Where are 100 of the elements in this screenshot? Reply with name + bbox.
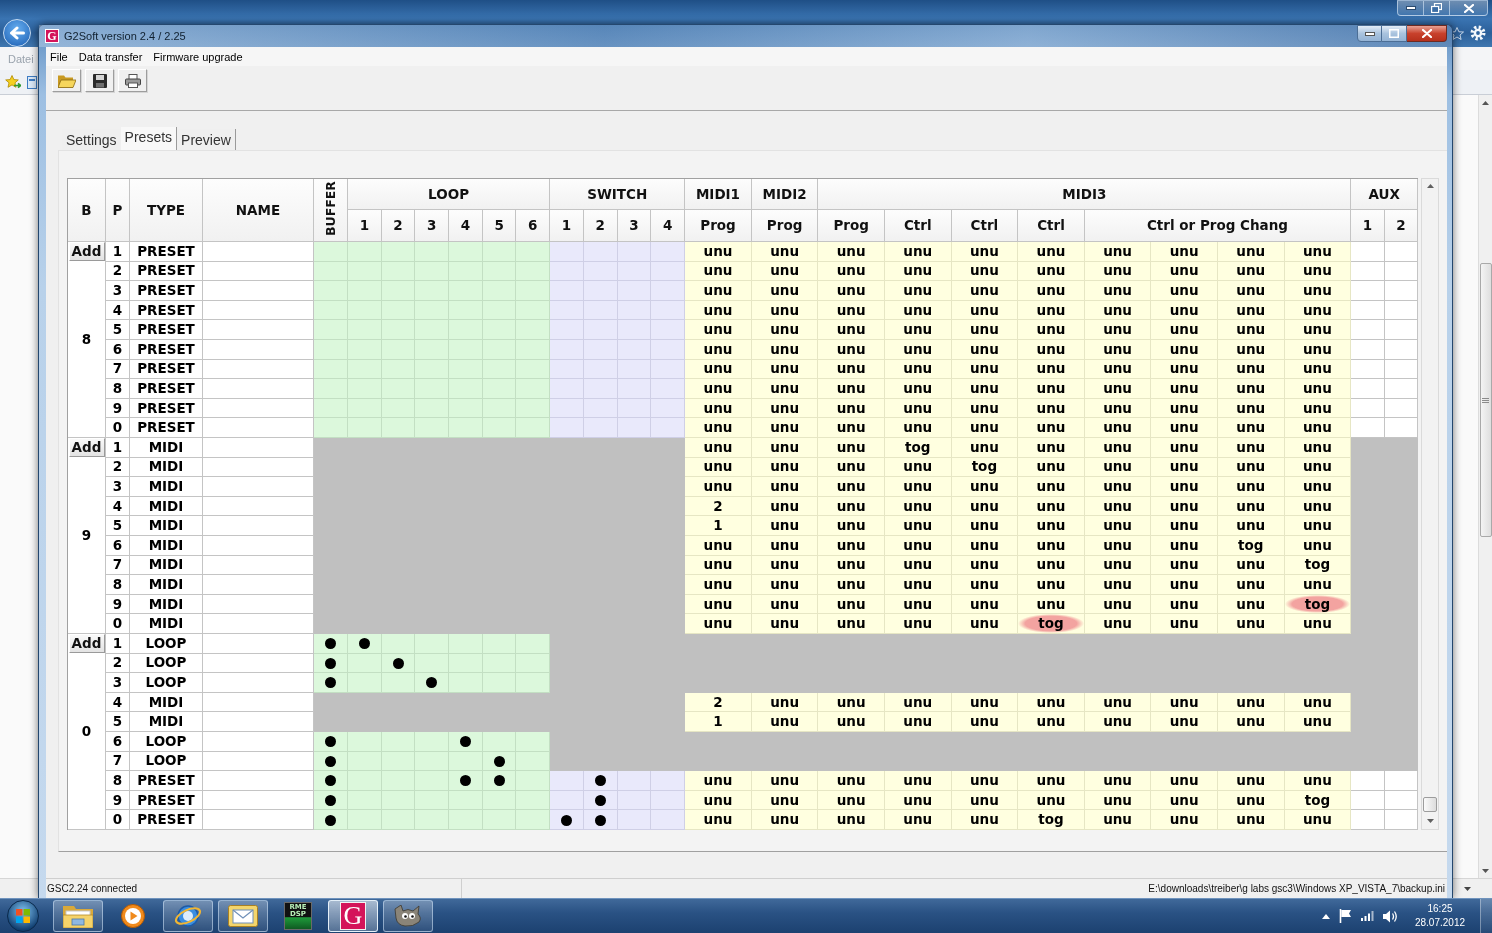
- add-button[interactable]: Add: [68, 242, 105, 261]
- table-cell: unu: [1217, 575, 1285, 595]
- taskbar-button[interactable]: [218, 900, 268, 932]
- clock-date[interactable]: 28.07.2012: [1414, 916, 1466, 930]
- table-cell: 9: [106, 398, 130, 419]
- folder-icon: [57, 73, 76, 88]
- column-group-header: AUX: [1351, 179, 1419, 210]
- scrollbar-thumb[interactable]: [1423, 797, 1438, 812]
- taskbar-button[interactable]: [163, 900, 213, 932]
- column-header: 1: [348, 210, 382, 242]
- table-cell: unu: [1084, 575, 1152, 595]
- minimize-icon: [1405, 6, 1416, 10]
- table-cell: MIDI: [130, 594, 203, 615]
- maximize-button[interactable]: [1382, 25, 1407, 42]
- table-cell: unu: [1018, 300, 1085, 321]
- back-button[interactable]: [3, 19, 31, 47]
- table-cell: [1351, 261, 1385, 282]
- column-header: Ctrl: [884, 210, 952, 242]
- scroll-up-arrow-icon[interactable]: [1426, 184, 1434, 188]
- table-cell: PRESET: [130, 242, 203, 262]
- table-cell: unu: [1284, 438, 1352, 458]
- table-cell: unu: [1084, 810, 1152, 830]
- flag-icon[interactable]: [1339, 909, 1352, 923]
- clock-time[interactable]: 16:25: [1427, 902, 1453, 916]
- table-cell: unu: [1217, 438, 1285, 458]
- table-cell: unu: [1018, 516, 1085, 536]
- taskbar-button[interactable]: G: [328, 900, 378, 932]
- table-cell: unu: [884, 614, 952, 634]
- table-cell: 4: [106, 300, 130, 321]
- minimize-button[interactable]: [1357, 25, 1382, 42]
- table-cell: unu: [1217, 418, 1285, 438]
- show-desktop-button[interactable]: [1480, 899, 1492, 933]
- column-header: Ctrl: [1018, 210, 1085, 242]
- save-button[interactable]: [85, 69, 114, 92]
- print-button[interactable]: [118, 69, 147, 92]
- scroll-down-arrow-icon[interactable]: [1482, 869, 1489, 873]
- close-button[interactable]: [1407, 25, 1447, 42]
- bank-number: 9: [81, 527, 92, 544]
- table-cell: [1351, 359, 1385, 380]
- open-button[interactable]: [52, 69, 81, 92]
- table-cell: unu: [1151, 359, 1218, 380]
- table-cell: 4: [106, 692, 130, 713]
- restore-button[interactable]: [1424, 0, 1450, 16]
- table-cell: unu: [1217, 477, 1285, 497]
- table-cell: 2: [106, 653, 130, 674]
- table-cell: unu: [951, 281, 1019, 301]
- table-cell: unu: [1151, 281, 1218, 301]
- table-cell: PRESET: [130, 300, 203, 321]
- table-cell: unu: [1084, 242, 1152, 262]
- table-cell: 5: [106, 320, 130, 340]
- menu-item[interactable]: Firmware upgrade: [153, 50, 243, 63]
- table-cell: unu: [1084, 614, 1152, 634]
- table-cell: unu: [1018, 261, 1085, 282]
- scroll-up-arrow-icon[interactable]: [1482, 101, 1489, 105]
- table-cell: unu: [818, 575, 885, 595]
- table-cell: 1: [106, 634, 130, 654]
- table-cell: unu: [1018, 790, 1085, 811]
- table-cell: unu: [1018, 339, 1085, 360]
- table-cell: unu: [1084, 418, 1152, 438]
- table-cell: PRESET: [130, 261, 203, 282]
- add-button[interactable]: Add: [68, 634, 105, 653]
- signal-bars-icon[interactable]: [1361, 911, 1374, 921]
- table-cell: unu: [818, 242, 885, 262]
- start-button[interactable]: [5, 899, 41, 933]
- menu-item[interactable]: File: [50, 50, 68, 63]
- dropdown-arrow-icon[interactable]: [1464, 886, 1471, 891]
- taskbar-button[interactable]: [383, 900, 433, 932]
- taskbar-button[interactable]: [53, 900, 103, 932]
- settings-icon[interactable]: [1470, 25, 1486, 41]
- table-cell: unu: [1151, 614, 1218, 634]
- table-cell: 5: [106, 516, 130, 536]
- dot-icon: [594, 795, 606, 807]
- bank-number: 8: [81, 331, 92, 348]
- scroll-down-arrow-icon[interactable]: [1426, 819, 1434, 823]
- table-cell: unu: [751, 771, 819, 791]
- table-cell: unu: [1151, 261, 1218, 282]
- table-cell: unu: [884, 575, 952, 595]
- file-path: E:\downloads\treiber\g labs gsc3\Windows XP_VISTA_7\backup.ini: [1148, 883, 1445, 894]
- play-icon: [121, 904, 145, 928]
- dot-icon: [426, 677, 438, 689]
- favorite-star-icon[interactable]: [5, 75, 21, 89]
- menu-item[interactable]: Data transfer: [78, 50, 143, 63]
- add-button[interactable]: Add: [68, 438, 105, 457]
- table-cell: unu: [1084, 516, 1152, 536]
- tab[interactable]: Presets: [120, 127, 178, 150]
- restore-icon: [1431, 3, 1442, 13]
- orbit-icon: [174, 902, 202, 930]
- table-cell: PRESET: [130, 379, 203, 399]
- scrollbar-thumb[interactable]: [1479, 263, 1492, 537]
- vertical-scrollbar[interactable]: [1478, 95, 1492, 878]
- page-icon[interactable]: [27, 75, 37, 89]
- table-cell: MIDI: [130, 477, 203, 497]
- table-cell: 9: [106, 790, 130, 811]
- table-cell: MIDI: [130, 692, 203, 713]
- column-group-header: MIDI2: [751, 179, 819, 210]
- show-hidden-icons-button[interactable]: [1322, 913, 1330, 919]
- vertical-scrollbar[interactable]: [1421, 178, 1440, 830]
- close-icon: [1421, 29, 1432, 38]
- speaker-icon[interactable]: [1383, 909, 1398, 923]
- bank-number: 0: [81, 723, 92, 740]
